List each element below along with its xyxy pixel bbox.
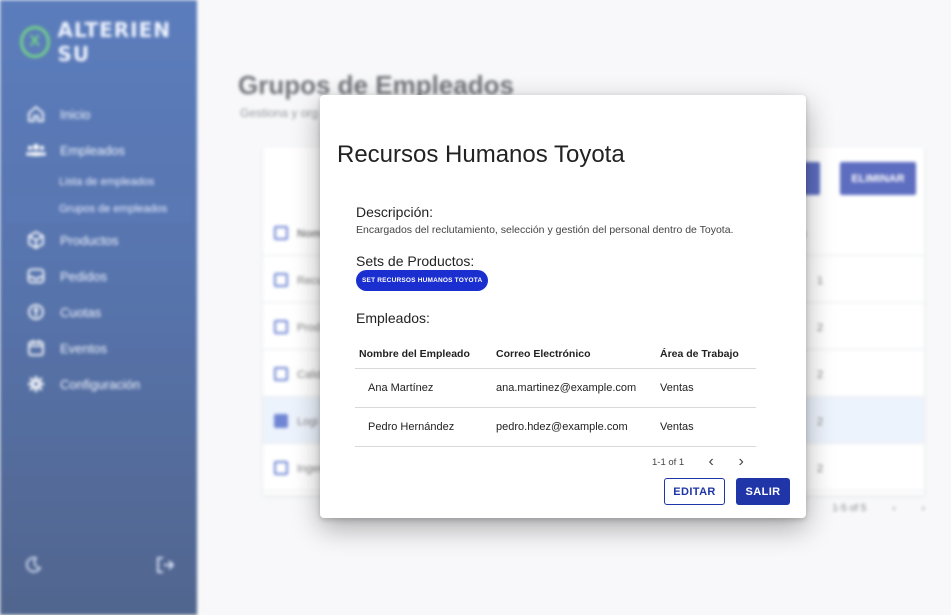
description-text: Encargados del reclutamiento, selección …	[356, 224, 734, 236]
employee-name: Pedro Hernández	[368, 421, 455, 433]
employee-area: Ventas	[660, 382, 694, 394]
col-header-area[interactable]: Área de Trabajo	[660, 348, 756, 360]
employee-name: Ana Martínez	[368, 382, 434, 394]
table-row[interactable]: Ana Martínez ana.martinez@example.com Ve…	[355, 369, 756, 408]
product-sets-label: Sets de Productos:	[356, 253, 475, 269]
prev-page-icon[interactable]: ‹	[696, 454, 726, 470]
table-row[interactable]: Pedro Hernández pedro.hdez@example.com V…	[355, 408, 756, 447]
dialog-title: Recursos Humanos Toyota	[337, 141, 625, 168]
edit-button[interactable]: EDITAR	[664, 478, 725, 505]
employees-label: Empleados:	[356, 310, 430, 326]
next-page-icon[interactable]: ›	[726, 454, 756, 470]
employee-email: ana.martinez@example.com	[496, 382, 637, 394]
col-header-name[interactable]: Nombre del Empleado	[355, 348, 496, 360]
col-header-email[interactable]: Correo Electrónico	[496, 348, 660, 360]
employees-table-header: Nombre del Empleado Correo Electrónico Á…	[355, 339, 756, 369]
group-detail-dialog: Recursos Humanos Toyota Descripción: Enc…	[320, 95, 806, 518]
product-set-chip[interactable]: SET RECURSOS HUMANOS TOYOTA	[356, 270, 489, 291]
pagination-range: 1-1 of 1	[652, 456, 685, 468]
exit-button[interactable]: SALIR	[736, 478, 790, 505]
description-label: Descripción:	[356, 204, 434, 220]
employee-email: pedro.hdez@example.com	[496, 421, 628, 433]
dialog-pagination: 1-1 of 1 ‹ ›	[652, 454, 756, 470]
employee-area: Ventas	[660, 421, 694, 433]
employees-table: Nombre del Empleado Correo Electrónico Á…	[355, 339, 756, 447]
